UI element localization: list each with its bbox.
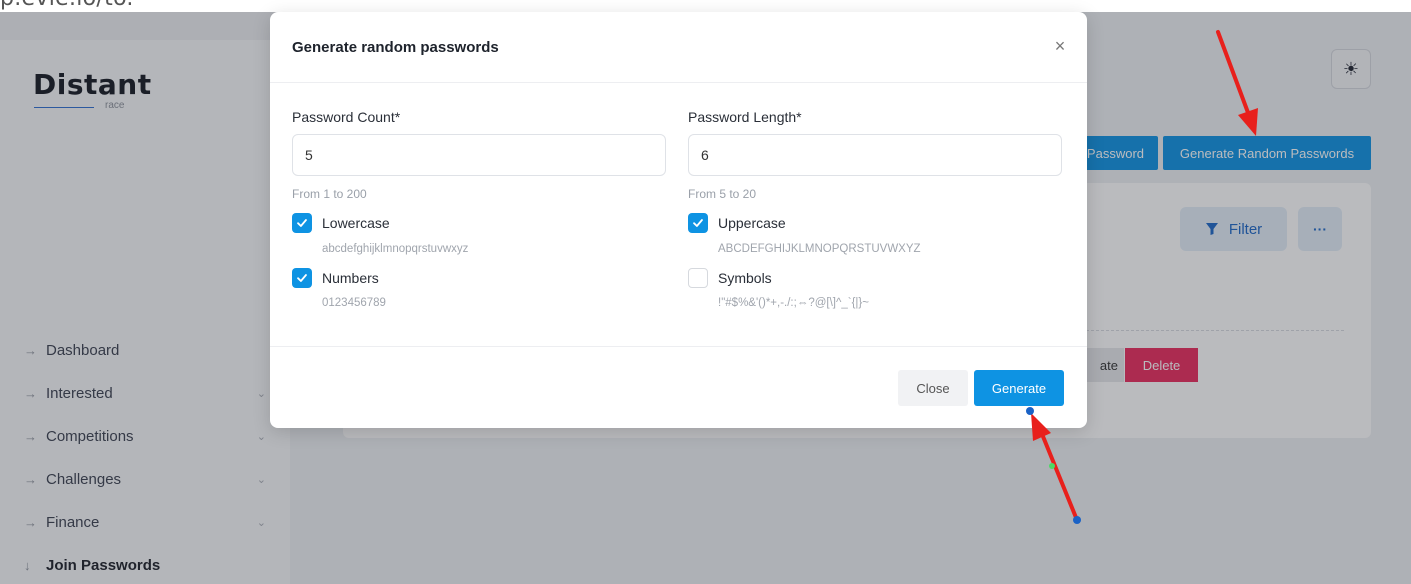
lowercase-label: Lowercase: [322, 215, 390, 231]
generate-button[interactable]: Generate: [974, 370, 1064, 406]
checkmark-icon: [297, 219, 307, 227]
password-length-input[interactable]: [688, 134, 1062, 176]
numbers-chars: 0123456789: [322, 297, 386, 309]
close-icon[interactable]: ×: [1050, 36, 1070, 56]
numbers-checkbox[interactable]: [292, 268, 312, 288]
symbols-option[interactable]: Symbols: [688, 268, 772, 288]
dialog-title: Generate random passwords: [292, 39, 499, 56]
dialog-footer-divider: [270, 346, 1087, 347]
lowercase-chars: abcdefghijklmnopqrstuvwxyz: [322, 243, 469, 255]
password-count-label: Password Count*: [292, 109, 401, 125]
uppercase-chars: ABCDEFGHIJKLMNOPQRSTUVWXYZ: [718, 243, 921, 255]
uppercase-option[interactable]: Uppercase: [688, 213, 786, 233]
password-count-hint: From 1 to 200: [292, 187, 367, 201]
checkmark-icon: [297, 274, 307, 282]
symbols-chars: !"#$%&'()*+,-./:;⇔?@[\]^_`{|}~: [718, 297, 869, 309]
symbols-checkbox[interactable]: [688, 268, 708, 288]
generate-passwords-dialog: Generate random passwords × Password Cou…: [270, 12, 1087, 428]
top-url-text: p.evie.io/to.: [0, 0, 134, 11]
lowercase-option[interactable]: Lowercase: [292, 213, 390, 233]
symbols-label: Symbols: [718, 270, 772, 286]
numbers-label: Numbers: [322, 270, 379, 286]
uppercase-checkbox[interactable]: [688, 213, 708, 233]
numbers-option[interactable]: Numbers: [292, 268, 379, 288]
close-button[interactable]: Close: [898, 370, 968, 406]
uppercase-label: Uppercase: [718, 215, 786, 231]
password-count-input[interactable]: [292, 134, 666, 176]
lowercase-checkbox[interactable]: [292, 213, 312, 233]
password-length-hint: From 5 to 20: [688, 187, 757, 201]
dialog-header-divider: [270, 82, 1087, 83]
checkmark-icon: [693, 219, 703, 227]
password-length-label: Password Length*: [688, 109, 802, 125]
